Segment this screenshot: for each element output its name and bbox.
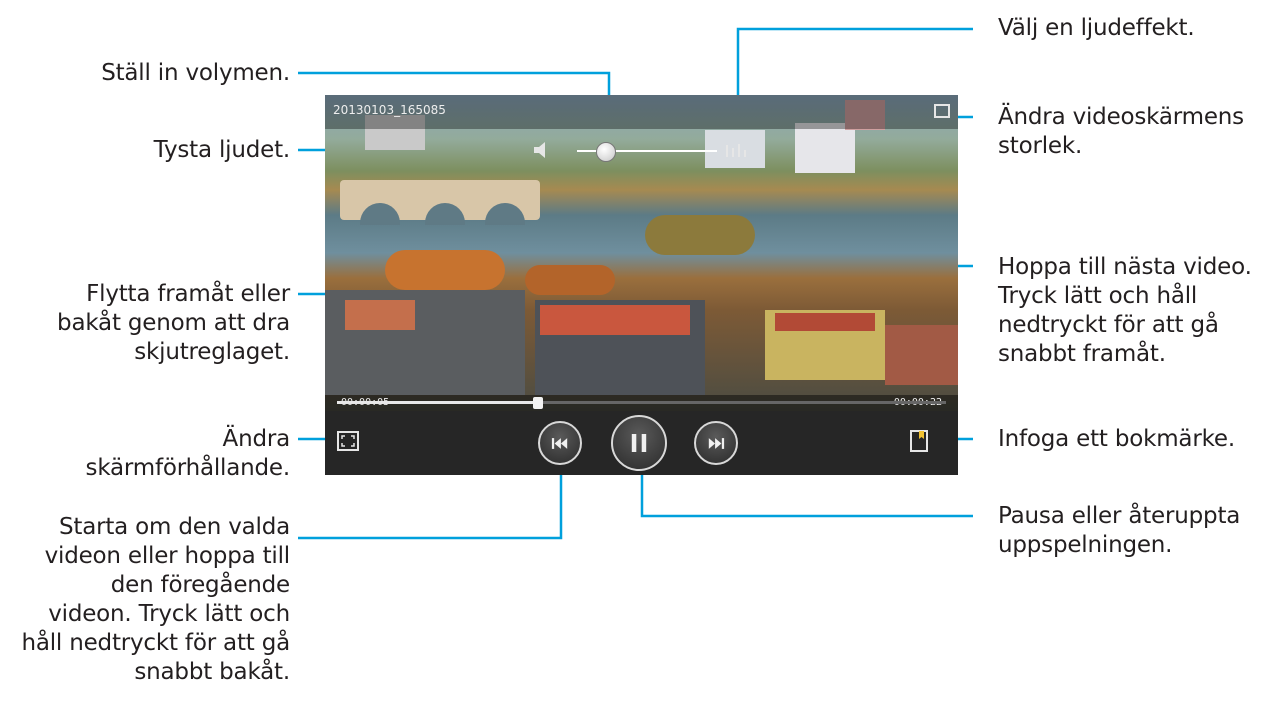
callout-pause: Pausa eller återuppta uppspelningen. <box>998 503 1241 558</box>
callout-seek: Flytta framåt eller bakåt genom att dra … <box>57 281 290 365</box>
controls-bar <box>325 411 958 475</box>
resize-screen-icon[interactable] <box>934 104 950 118</box>
callout-next: Hoppa till nästa video. Tryck lätt och h… <box>998 254 1252 367</box>
progress-bar[interactable] <box>337 401 946 404</box>
progress-knob[interactable] <box>532 397 543 409</box>
next-button[interactable] <box>694 421 738 465</box>
bookmark-icon[interactable] <box>910 430 928 452</box>
file-title: 20130103_165085 <box>333 103 446 117</box>
video-frame <box>325 95 958 411</box>
callout-aspect: Ändra skärmförhållande. <box>85 426 291 481</box>
video-player: 20130103_165085 00:00:05 00:00:22 <box>325 95 958 475</box>
pause-button[interactable] <box>611 415 667 471</box>
callout-volume: Ställ in volymen. <box>101 60 290 86</box>
speaker-icon[interactable] <box>532 141 554 159</box>
previous-track-icon <box>551 437 568 449</box>
sound-effect-icon[interactable] <box>723 142 749 160</box>
pause-icon <box>631 434 647 452</box>
callout-previous: Starta om den valda videon eller hoppa t… <box>21 514 290 685</box>
next-track-icon <box>708 437 725 449</box>
aspect-ratio-icon[interactable] <box>337 431 359 451</box>
previous-button[interactable] <box>538 421 582 465</box>
callout-mute: Tysta ljudet. <box>153 137 291 163</box>
progress-fill <box>337 401 538 404</box>
callout-effect: Välj en ljudeffekt. <box>998 15 1195 41</box>
callout-resize: Ändra videoskärmens storlek. <box>998 104 1244 159</box>
volume-knob[interactable] <box>596 142 616 162</box>
callout-bookmark: Infoga ett bokmärke. <box>998 426 1235 452</box>
top-bar: 20130103_165085 <box>325 95 958 129</box>
